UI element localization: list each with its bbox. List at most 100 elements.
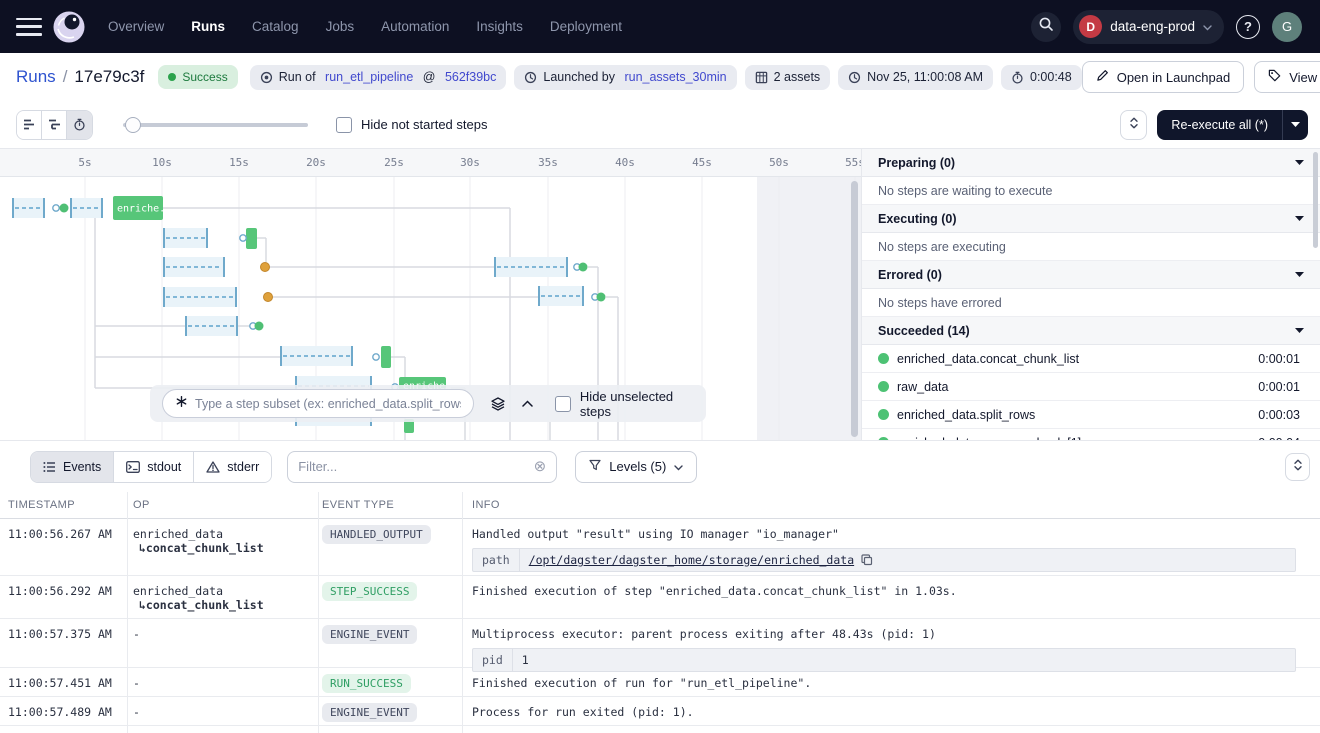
event-log-table: TIMESTAMP OP EVENT TYPE INFO 11:00:56.26… xyxy=(0,492,1320,733)
log-row[interactable]: 11:00:56.267 AMenriched_data↳concat_chun… xyxy=(0,519,1320,576)
dagster-logo[interactable] xyxy=(52,10,86,44)
view-mode-flat-button[interactable] xyxy=(17,111,42,139)
chevron-down-icon xyxy=(674,459,683,474)
tab-stderr[interactable]: stderr xyxy=(194,452,271,482)
hamburger-menu-icon[interactable] xyxy=(16,18,42,36)
tag-link[interactable]: run_etl_pipeline xyxy=(325,70,413,84)
succeeded-step-row[interactable]: raw_data0:00:01 xyxy=(862,373,1320,401)
re-execute-button[interactable]: Re-execute all (*) xyxy=(1157,110,1308,140)
succeeded-step-row[interactable]: enriched_data.split_rows0:00:03 xyxy=(862,401,1320,429)
slider-thumb[interactable] xyxy=(125,117,141,133)
metadata-path-link[interactable]: /opt/dagster/dagster_home/storage/enrich… xyxy=(529,553,854,567)
section-header-errored[interactable]: Errored (0) xyxy=(862,261,1320,289)
tab-stdout[interactable]: stdout xyxy=(114,452,194,482)
gantt-step-label: enriche. xyxy=(117,204,165,215)
timer-icon xyxy=(1011,71,1024,84)
step-success-marker[interactable] xyxy=(60,204,69,213)
gantt-zoom-slider[interactable] xyxy=(123,117,308,133)
section-header-executing[interactable]: Executing (0) xyxy=(862,205,1320,233)
run-tag-chip[interactable]: 2 assets xyxy=(745,65,831,90)
log-metadata: path/opt/dagster/dagster_home/storage/en… xyxy=(472,548,1296,572)
axis-tick-label: 45s xyxy=(692,156,712,169)
col-event-type: EVENT TYPE xyxy=(318,499,462,511)
section-header-succeeded[interactable]: Succeeded (14) xyxy=(862,317,1320,345)
hide-unselected-toggle[interactable]: Hide unselected steps xyxy=(555,389,706,419)
workspace-switcher[interactable]: D data-eng-prod xyxy=(1073,10,1224,44)
step-output-marker[interactable] xyxy=(264,293,273,302)
open-in-launchpad-button[interactable]: Open in Launchpad xyxy=(1082,61,1244,93)
log-op: - xyxy=(127,668,318,696)
tag-link[interactable]: run_assets_30min xyxy=(624,70,726,84)
tag-link[interactable]: 562f39bc xyxy=(445,70,496,84)
succeeded-step-row[interactable]: enriched_data.concat_chunk_list0:00:01 xyxy=(862,345,1320,373)
log-tabs: Eventsstdoutstderr xyxy=(30,451,272,483)
step-success-marker[interactable] xyxy=(255,322,264,331)
step-success-marker[interactable] xyxy=(579,263,588,272)
copy-icon[interactable] xyxy=(861,554,873,566)
log-row[interactable]: 11:00:57.489 AM-ENGINE_EVENTProcess for … xyxy=(0,697,1320,726)
hide-unselected-checkbox[interactable] xyxy=(555,396,571,412)
step-selector-overlay: Hide unselected steps xyxy=(150,385,706,422)
gantt-toolbar: Hide not started steps Re-execute all (*… xyxy=(0,101,1320,148)
axis-tick-label: 30s xyxy=(460,156,480,169)
run-tag-chip[interactable]: 0:00:48 xyxy=(1001,65,1082,90)
run-tag-chip[interactable]: Launched by run_assets_30min xyxy=(514,65,736,90)
filter-clear-icon[interactable]: ⊗ xyxy=(534,459,547,474)
log-row[interactable]: 11:00:56.292 AMenriched_data↳concat_chun… xyxy=(0,576,1320,619)
log-table-header: TIMESTAMP OP EVENT TYPE INFO xyxy=(0,492,1320,519)
chevron-down-icon xyxy=(1295,216,1304,221)
nav-item-catalog[interactable]: Catalog xyxy=(252,19,299,34)
log-filter-wrap: ⊗ xyxy=(287,451,557,483)
axis-tick-label: 5s xyxy=(78,156,91,169)
workspace-name: data-eng-prod xyxy=(1110,19,1195,34)
list-icon xyxy=(43,461,56,473)
log-filter-input[interactable] xyxy=(298,459,533,474)
hide-not-started-checkbox[interactable] xyxy=(336,117,352,133)
panel-scrollbar[interactable] xyxy=(1313,152,1318,248)
log-expand-collapse-button[interactable] xyxy=(1285,453,1310,481)
metadata-value: 1 xyxy=(522,653,529,667)
section-header-preparing[interactable]: Preparing (0) xyxy=(862,149,1320,177)
gantt-scrollbar[interactable] xyxy=(851,181,858,437)
help-button[interactable]: ? xyxy=(1236,15,1260,39)
gantt-step-bar[interactable] xyxy=(246,228,257,249)
gantt-step-bar[interactable] xyxy=(381,346,391,368)
log-timestamp: 11:00:56.292 AM xyxy=(0,576,127,618)
nav-item-insights[interactable]: Insights xyxy=(476,19,523,34)
user-avatar[interactable]: G xyxy=(1272,12,1302,42)
section-empty-state: No steps are executing xyxy=(862,233,1320,261)
run-target-icon xyxy=(260,71,273,84)
nav-item-deployment[interactable]: Deployment xyxy=(550,19,622,34)
step-start-marker xyxy=(53,205,59,211)
axis-tick-label: 40s xyxy=(615,156,635,169)
tab-events[interactable]: Events xyxy=(31,452,114,482)
succeeded-step-row[interactable]: enriched_data.process_chunk [1]0:00:04 xyxy=(862,429,1320,440)
nav-item-automation[interactable]: Automation xyxy=(381,19,449,34)
section-empty-state: No steps have errored xyxy=(862,289,1320,317)
re-execute-dropdown[interactable] xyxy=(1282,110,1308,140)
search-button[interactable] xyxy=(1031,12,1061,42)
log-row[interactable]: 11:00:57.451 AM-RUN_SUCCESSFinished exec… xyxy=(0,668,1320,697)
view-mode-waterfall-button[interactable] xyxy=(42,111,67,139)
view-mode-timed-button[interactable] xyxy=(67,111,92,139)
log-timestamp: 11:00:56.267 AM xyxy=(0,519,127,575)
axis-tick-label: 50s xyxy=(769,156,789,169)
terminal-icon xyxy=(126,461,140,473)
view-tags-config-button[interactable]: View tags and config xyxy=(1254,61,1320,93)
layers-icon[interactable] xyxy=(490,397,506,411)
nav-item-runs[interactable]: Runs xyxy=(191,19,225,34)
run-tag-chip[interactable]: Run of run_etl_pipeline @ 562f39bc xyxy=(250,65,507,90)
breadcrumb-runs-link[interactable]: Runs xyxy=(16,67,56,86)
nav-item-jobs[interactable]: Jobs xyxy=(326,19,355,34)
pencil-icon xyxy=(1096,69,1109,85)
run-tag-chip[interactable]: Nov 25, 11:00:08 AM xyxy=(838,65,993,90)
step-subset-input[interactable] xyxy=(195,397,461,411)
log-row[interactable]: 11:00:57.375 AM-ENGINE_EVENTMultiprocess… xyxy=(0,619,1320,668)
nav-item-overview[interactable]: Overview xyxy=(108,19,164,34)
gantt-expand-collapse-button[interactable] xyxy=(1120,110,1147,140)
step-output-marker[interactable] xyxy=(261,263,270,272)
hide-not-started-toggle[interactable]: Hide not started steps xyxy=(336,117,487,133)
step-success-marker[interactable] xyxy=(597,293,606,302)
collapse-up-icon[interactable] xyxy=(522,400,533,407)
levels-dropdown[interactable]: Levels (5) xyxy=(575,451,697,483)
